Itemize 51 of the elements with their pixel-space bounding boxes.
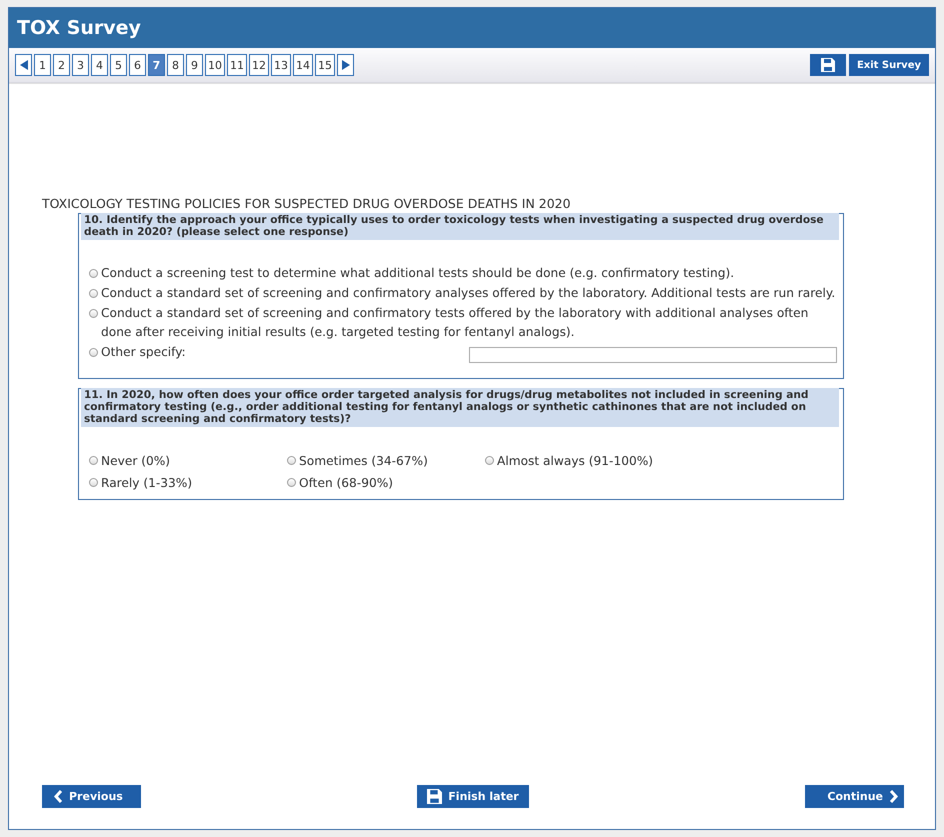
option-label: Conduct a standard set of screening and confirmatory analyses offered by the laboratory. Additional tests are run rarely. — [101, 285, 836, 302]
option-label: Other specify: — [101, 344, 187, 361]
save-button[interactable] — [810, 54, 846, 76]
page-button[interactable]: 11 — [227, 54, 247, 76]
page-button[interactable]: 6 — [129, 54, 146, 76]
input-field[interactable] — [469, 347, 837, 363]
option-label: Often (68-90%) — [299, 475, 394, 492]
option-label: Never (0%) — [101, 453, 172, 470]
radio-button[interactable] — [89, 456, 98, 465]
page-button[interactable]: 5 — [110, 54, 127, 76]
radio-button[interactable] — [89, 478, 98, 487]
radio-button[interactable] — [485, 456, 494, 465]
previous-button[interactable]: Previous — [42, 785, 141, 808]
radio-button[interactable] — [89, 309, 98, 318]
chevron-right-icon — [889, 790, 898, 803]
option-label: Conduct a screening test to determine what additional tests should be done (e.g. confirmatory testing). — [101, 265, 736, 282]
previous-page-button[interactable] — [15, 54, 32, 76]
page-button[interactable]: 1 — [34, 54, 51, 76]
option-label: Sometimes (34-67%) — [299, 453, 429, 470]
page-button[interactable]: 2 — [53, 54, 70, 76]
question-text: 11. In 2020, how often does your office order targeted analysis for drugs/drug metabolites not included in screening and confirmatory testing (e.g., order additional testing for fentanyl analogs or synthetic cathinones that are not included on standard screening and confirmatory tests)? — [81, 388, 839, 427]
option-label: Rarely (1-33%) — [101, 475, 194, 492]
option-label: Conduct a standard set of screening and confirmatory tests offered by the laboratory with additional analyses often done after receiving initial results (e.g. targeted testing for fentanyl analogs). — [101, 305, 810, 341]
page-button[interactable]: 8 — [167, 54, 184, 76]
radio-button[interactable] — [89, 289, 98, 298]
radio-button[interactable] — [287, 456, 296, 465]
radio-button[interactable] — [287, 478, 296, 487]
page-button[interactable]: 13 — [271, 54, 291, 76]
page-button[interactable]: 7 — [148, 54, 165, 76]
exit-survey-button[interactable]: Exit Survey — [848, 54, 929, 76]
option-label: Almost always (91-100%) — [497, 453, 654, 470]
page-button[interactable]: 4 — [91, 54, 108, 76]
continue-button[interactable]: Continue — [805, 785, 904, 808]
page-button[interactable]: 14 — [293, 54, 313, 76]
save-icon — [820, 58, 835, 72]
next-page-button[interactable] — [337, 54, 354, 76]
chevron-left-icon — [54, 790, 63, 803]
radio-button[interactable] — [89, 269, 98, 278]
page-button[interactable]: 10 — [205, 54, 225, 76]
save-icon — [427, 789, 442, 804]
radio-button[interactable] — [89, 348, 98, 357]
page-button[interactable]: 3 — [72, 54, 89, 76]
app-title: TOX Survey — [17, 17, 141, 39]
right-arrow-icon — [342, 60, 350, 70]
page-button[interactable]: 15 — [315, 54, 335, 76]
page-button[interactable]: 12 — [249, 54, 269, 76]
finish-later-button[interactable]: Finish later — [417, 785, 529, 808]
section-title: TOXICOLOGY TESTING POLICIES FOR SUSPECTED DRUG OVERDOSE DEATHS IN 2020 — [42, 196, 572, 211]
left-arrow-icon — [20, 60, 28, 70]
page-button[interactable]: 9 — [186, 54, 203, 76]
question-text: 10. Identify the approach your office typically uses to order toxicology tests when investigating a suspected drug overdose death in 2020? (please select one response) — [81, 213, 839, 240]
